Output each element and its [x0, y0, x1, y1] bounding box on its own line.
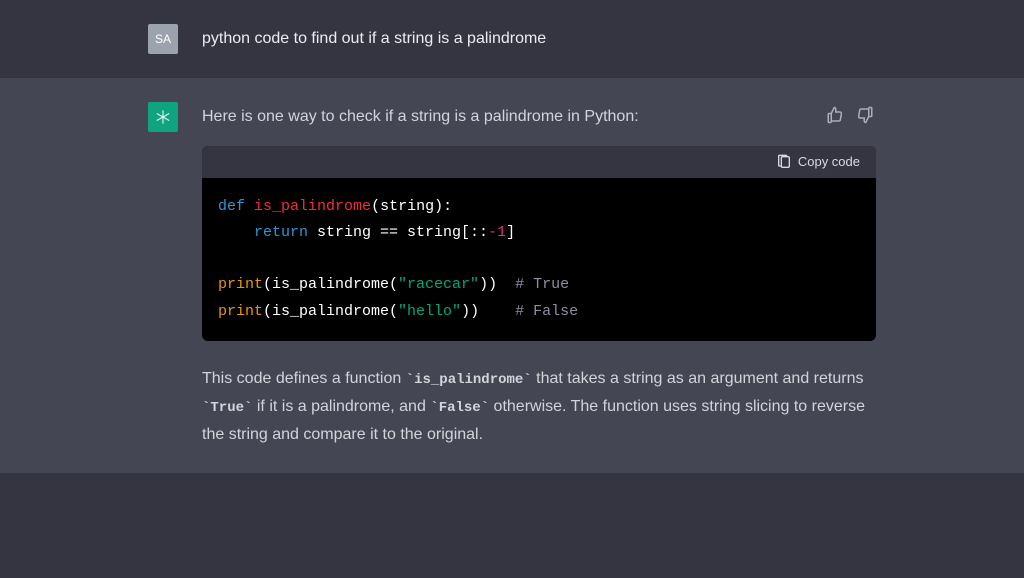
code-token: def	[218, 198, 245, 215]
code-token: # True	[515, 276, 569, 293]
code-token: print	[218, 276, 263, 293]
bottom-spacer	[0, 473, 1024, 525]
code-token: -1	[488, 224, 506, 241]
inline-code: `False`	[430, 400, 489, 416]
copy-code-label: Copy code	[798, 154, 860, 169]
code-token: string == string[::	[308, 224, 488, 241]
explanation-text: This code defines a function	[202, 370, 406, 387]
code-token: (is_palindrome(	[263, 303, 398, 320]
code-token: is_palindrome	[254, 198, 371, 215]
thumbs-down-icon	[856, 106, 874, 124]
assistant-explanation: This code defines a function `is_palindr…	[202, 365, 876, 449]
thumbs-up-button[interactable]	[824, 104, 846, 126]
assistant-avatar	[148, 102, 178, 132]
code-block-header: Copy code	[202, 146, 876, 178]
assistant-message-row: Here is one way to check if a string is …	[0, 78, 1024, 473]
user-avatar-initials: SA	[155, 32, 171, 46]
clipboard-icon	[776, 154, 792, 170]
inline-code: `is_palindrome`	[406, 372, 532, 388]
code-token: ))	[461, 303, 515, 320]
thumbs-down-button[interactable]	[854, 104, 876, 126]
code-token: "hello"	[398, 303, 461, 320]
explanation-text: that takes a string as an argument and r…	[532, 370, 864, 387]
openai-logo-icon	[152, 106, 174, 128]
assistant-intro-text: Here is one way to check if a string is …	[202, 104, 876, 130]
code-block: Copy code def is_palindrome(string): ret…	[202, 146, 876, 341]
thumbs-up-icon	[826, 106, 844, 124]
code-token: print	[218, 303, 263, 320]
user-message-text: python code to find out if a string is a…	[202, 24, 876, 54]
copy-code-button[interactable]: Copy code	[776, 154, 860, 170]
code-token: return	[254, 224, 308, 241]
code-content[interactable]: def is_palindrome(string): return string…	[202, 178, 876, 341]
code-token: ]	[506, 224, 515, 241]
user-message-row: SA python code to find out if a string i…	[0, 0, 1024, 78]
inline-code: `True`	[202, 400, 252, 416]
code-token: # False	[515, 303, 578, 320]
code-token: (string):	[371, 198, 452, 215]
code-token: (is_palindrome(	[263, 276, 398, 293]
code-token: "racecar"	[398, 276, 479, 293]
user-avatar: SA	[148, 24, 178, 54]
code-token: ))	[479, 276, 515, 293]
explanation-text: if it is a palindrome, and	[252, 398, 430, 415]
